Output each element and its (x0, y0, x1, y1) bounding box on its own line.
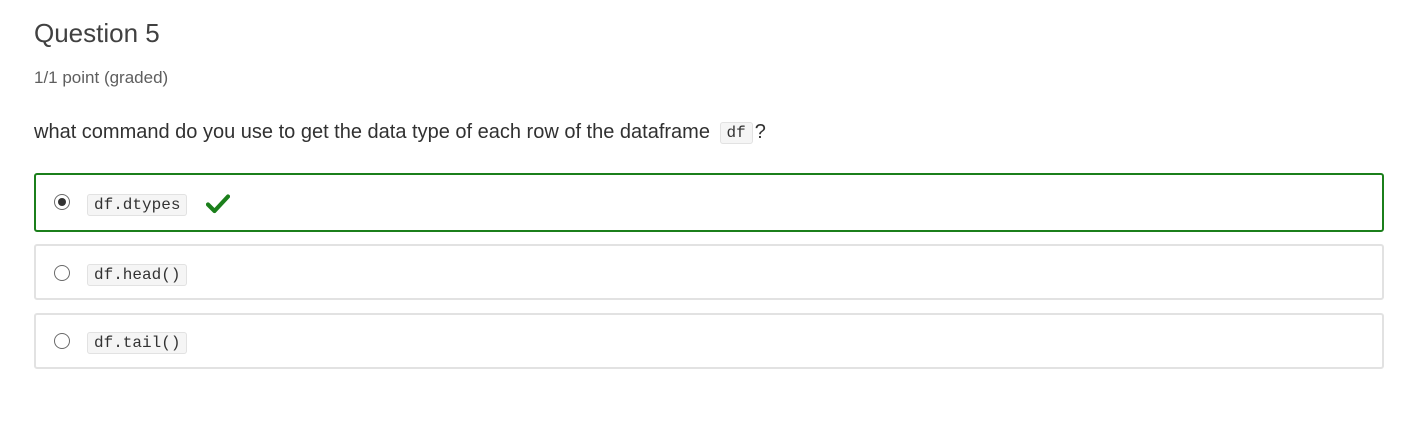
choice-code-dtypes: df.dtypes (87, 194, 188, 216)
choice-label-tail[interactable]: df.tail() (87, 332, 188, 354)
choice-option-tail[interactable]: df.tail() (34, 313, 1384, 369)
choice-option-dtypes[interactable]: df.dtypes (34, 173, 1384, 232)
choice-radio-dtypes[interactable] (54, 194, 70, 210)
prompt-text: what command do you use to get the data … (34, 121, 710, 143)
choice-radio-tail[interactable] (54, 333, 70, 349)
choice-code-head: df.head() (87, 264, 188, 286)
choice-option-head[interactable]: df.head() (34, 244, 1384, 300)
prompt-code: df (719, 122, 753, 144)
question-title: Question 5 (34, 18, 160, 48)
choice-radio-head[interactable] (54, 265, 70, 281)
checkmark-icon (206, 194, 230, 214)
problem-container: Question 5 1/1 point (graded) what comma… (0, 0, 1401, 422)
choice-label-head[interactable]: df.head() (87, 264, 188, 286)
choice-label-dtypes[interactable]: df.dtypes (87, 194, 188, 216)
question-points: 1/1 point (graded) (34, 68, 169, 87)
prompt-suffix: ? (754, 121, 766, 143)
question-prompt: what command do you use to get the data … (34, 118, 766, 148)
choice-code-tail: df.tail() (87, 332, 188, 354)
